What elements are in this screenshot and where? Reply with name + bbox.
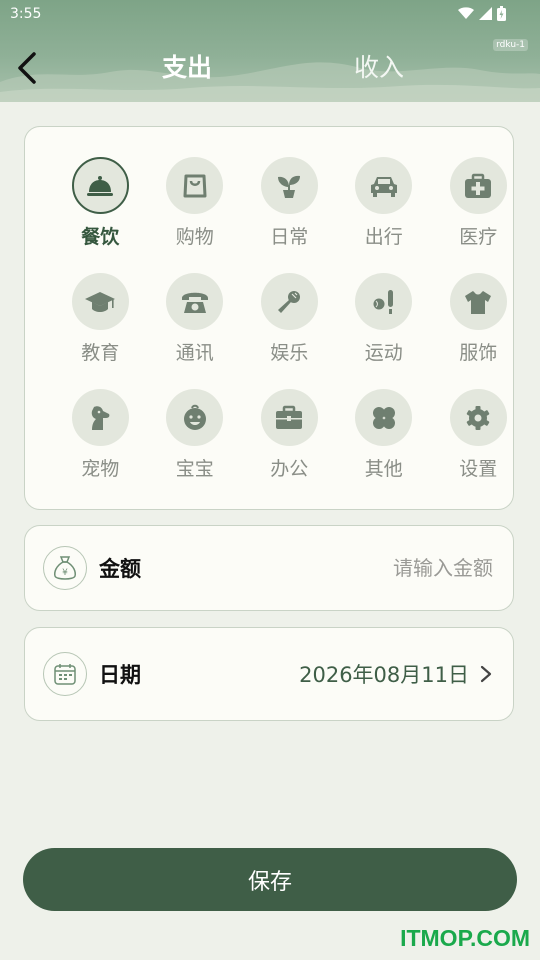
category-label: 运动: [364, 342, 403, 364]
amount-card: ¥ 金额: [24, 525, 514, 611]
category-clothing[interactable]: 服饰: [431, 273, 526, 389]
mountain-background: [0, 62, 540, 102]
tab-expense[interactable]: 支出: [162, 48, 212, 84]
category-telecom[interactable]: 通讯: [148, 273, 243, 389]
watermark-text: ITMOP.COM: [400, 925, 530, 951]
category-label: 宝宝: [175, 458, 214, 480]
amount-input[interactable]: [251, 555, 495, 581]
category-label: 设置: [459, 458, 498, 480]
category-label: 出行: [364, 226, 403, 248]
category-baby[interactable]: 宝宝: [148, 389, 243, 505]
category-entertainment[interactable]: 娱乐: [242, 273, 337, 389]
date-label: 日期: [99, 663, 141, 687]
category-travel[interactable]: 出行: [337, 157, 432, 273]
gear-icon: [466, 405, 490, 430]
cloche-icon: [87, 175, 114, 196]
svg-text:¥: ¥: [62, 568, 68, 578]
category-grid: 餐饮 购物 日常 出行 医疗 教育 通讯 娱乐 运动 服饰 宠物 宝宝 办公 其…: [53, 157, 526, 505]
date-value[interactable]: 2026年08月11日: [299, 659, 469, 689]
medical-kit-icon: [465, 173, 492, 198]
briefcase-icon: [276, 405, 303, 429]
category-settings[interactable]: 设置: [431, 389, 526, 505]
money-bag-icon: ¥: [43, 546, 87, 590]
category-label: 通讯: [175, 342, 214, 364]
category-daily[interactable]: 日常: [242, 157, 337, 273]
tab-income[interactable]: 收入: [354, 48, 404, 84]
category-dining[interactable]: 餐饮: [53, 157, 148, 273]
category-other[interactable]: 其他: [337, 389, 432, 505]
wifi-icon: [458, 7, 474, 19]
shirt-icon: [465, 290, 492, 314]
category-label: 日常: [270, 226, 309, 248]
category-label: 服饰: [459, 342, 498, 364]
header: 3:55 rdku-1 支出 收入: [0, 0, 540, 102]
chevron-right-icon[interactable]: [479, 664, 493, 684]
plant-icon: [278, 175, 301, 198]
build-tag: rdku-1: [493, 39, 528, 51]
baby-face-icon: [183, 404, 206, 430]
back-arrow-icon[interactable]: [14, 50, 42, 86]
status-time: 3:55: [10, 6, 42, 22]
calendar-icon: [43, 652, 87, 696]
category-office[interactable]: 办公: [242, 389, 337, 505]
amount-label: 金额: [99, 557, 141, 581]
category-label: 其他: [364, 458, 403, 480]
dog-icon: [91, 405, 110, 430]
category-label: 餐饮: [81, 226, 120, 248]
category-sports[interactable]: 运动: [337, 273, 432, 389]
category-pets[interactable]: 宠物: [53, 389, 148, 505]
category-medical[interactable]: 医疗: [431, 157, 526, 273]
save-button[interactable]: 保存: [23, 848, 517, 911]
category-label: 娱乐: [270, 342, 309, 364]
signal-icon: [479, 7, 492, 20]
category-shopping[interactable]: 购物: [148, 157, 243, 273]
battery-icon: [497, 6, 506, 21]
category-label: 教育: [81, 342, 120, 364]
category-label: 购物: [175, 226, 214, 248]
graduation-cap-icon: [85, 291, 116, 312]
clover-icon: [372, 406, 395, 429]
baseball-icon: [373, 289, 393, 314]
category-label: 办公: [270, 458, 309, 480]
category-label: 宠物: [81, 458, 120, 480]
category-education[interactable]: 教育: [53, 273, 148, 389]
microphone-icon: [278, 290, 301, 313]
shopping-bag-icon: [183, 174, 207, 197]
category-card: 餐饮 购物 日常 出行 医疗 教育 通讯 娱乐 运动 服饰 宠物 宝宝 办公 其…: [24, 126, 514, 510]
date-card[interactable]: 日期 2026年08月11日: [24, 627, 514, 721]
car-icon: [370, 176, 397, 197]
status-icons: [458, 6, 506, 21]
category-label: 医疗: [459, 226, 498, 248]
telephone-icon: [181, 292, 208, 313]
